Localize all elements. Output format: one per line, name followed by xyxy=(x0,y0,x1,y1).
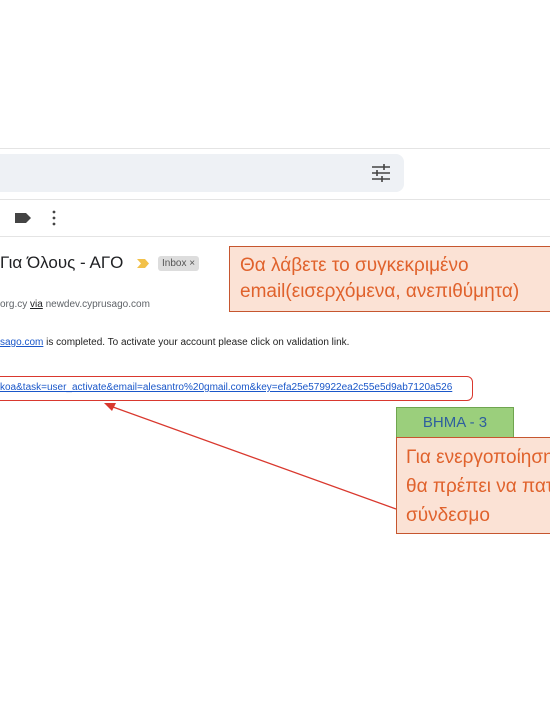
email-subject: Για Όλους - ΑΓΟ xyxy=(0,253,124,272)
top-callout-line2: email(εισερχόμενα, ανεπιθύμητα) xyxy=(240,281,520,302)
top-callout-line1: Θα λάβετε το συγκεκριμένο xyxy=(240,255,469,276)
tune-icon[interactable] xyxy=(370,163,392,183)
step-label: ΒΗΜΑ - 3 xyxy=(396,407,514,439)
searchbar-divider xyxy=(0,199,550,200)
label-icon[interactable] xyxy=(14,212,32,224)
inbox-label-badge[interactable]: Inbox × xyxy=(158,256,200,271)
sender-via[interactable]: via xyxy=(30,299,43,310)
bottom-callout-line1: Για ενεργοποίηση xyxy=(406,447,550,468)
search-bar[interactable] xyxy=(0,154,404,192)
pointer-arrow xyxy=(104,403,397,510)
more-vert-icon[interactable] xyxy=(46,209,62,227)
bottom-callout: Για ενεργοποίηση θα πρέπει να πατήσετε σ… xyxy=(396,437,550,534)
sender-domain: newdev.cyprusago.com xyxy=(42,299,150,310)
activation-link-highlight xyxy=(0,376,473,401)
toolbar-divider xyxy=(0,236,550,237)
body-site-link[interactable]: sago.com xyxy=(0,337,43,348)
top-callout: Θα λάβετε το συγκεκριμένο email(εισερχόμ… xyxy=(229,246,550,312)
top-divider xyxy=(0,148,550,149)
bottom-callout-line2: θα πρέπει να πατήσετε xyxy=(406,476,550,497)
sender-line: org.cy via newdev.cyprusago.com xyxy=(0,299,150,310)
sender-address: org.cy xyxy=(0,299,31,310)
email-body-text: sago.com is completed. To activate your … xyxy=(0,337,349,348)
important-marker-icon[interactable] xyxy=(136,258,150,269)
body-message: is completed. To activate your account p… xyxy=(43,337,350,348)
bottom-callout-line3: σύνδεσμο xyxy=(406,505,490,526)
